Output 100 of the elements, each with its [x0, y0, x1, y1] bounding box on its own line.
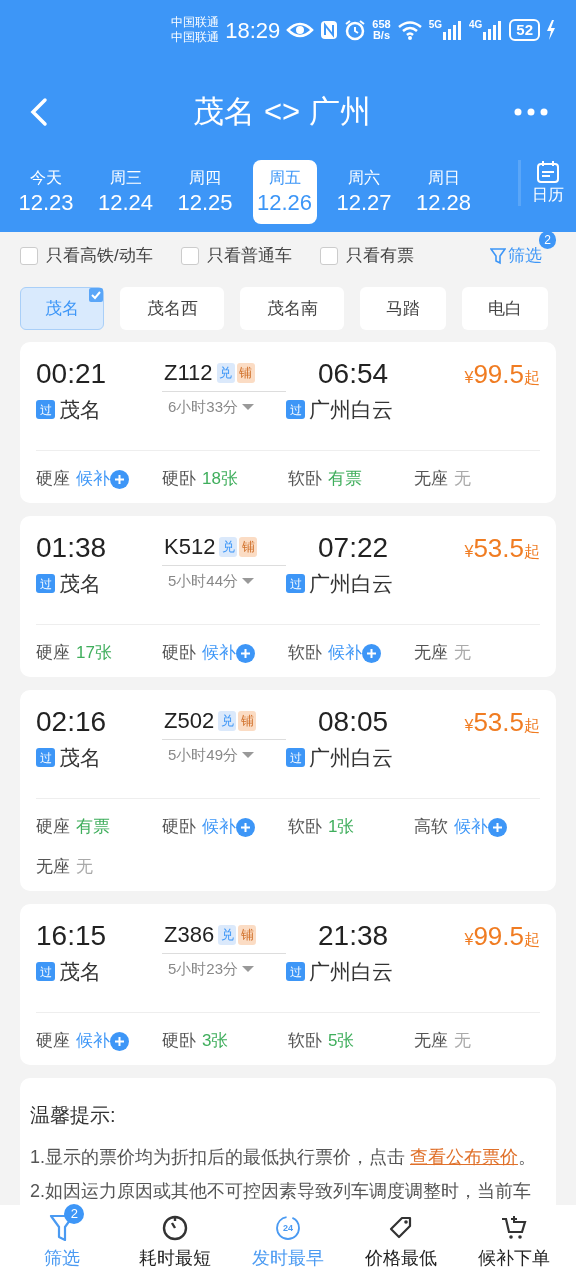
add-icon[interactable] [236, 817, 255, 837]
alarm-icon [344, 19, 367, 41]
pass-through-tag: 过 [36, 400, 55, 420]
seat-availability: 无 [454, 642, 471, 665]
train-number: K512 [164, 533, 216, 561]
back-icon[interactable] [28, 97, 50, 127]
carrier-name: 中国联通 [171, 15, 220, 30]
nfc-icon [320, 20, 339, 40]
sort-tab[interactable]: 耗时最短 [123, 1203, 228, 1272]
date-tab[interactable]: 周四 12.25 [173, 160, 237, 224]
berth-tag: 铺 [238, 710, 257, 731]
price: ¥53.5起 [464, 532, 540, 565]
date-tab[interactable]: 周五 12.26 [252, 160, 317, 224]
arrival-time: 07:22 [318, 531, 389, 565]
seat-availability: 18张 [202, 468, 238, 491]
duration-dropdown[interactable]: 5小时23分 [162, 958, 286, 981]
date-tab[interactable]: 今天 12.23 [14, 160, 78, 224]
filter-checkbox[interactable]: 只看高铁/动车 [20, 243, 153, 269]
pass-through-tag: 过 [36, 962, 55, 982]
sort-tab[interactable]: 2 筛选 [10, 1203, 115, 1272]
berth-tag: 铺 [236, 362, 255, 383]
caret-icon [242, 403, 255, 412]
train-card[interactable]: 02:16 过 茂名 Z502 兑 铺 5小时49分 08:05 过 广州白云 ¥53.5起 硬座 有票 硬卧 候补 软卧 1张 高软 候补 无座 无 [20, 690, 556, 891]
seat-type: 硬卧 [162, 1030, 196, 1053]
station-name: 广州白云 [309, 745, 393, 771]
seat-availability: 候补 [328, 642, 362, 665]
duration-dropdown[interactable]: 5小时49分 [162, 744, 286, 767]
published-price-link[interactable]: 查看公布票价 [410, 1147, 518, 1167]
duration-dropdown[interactable]: 5小时44分 [162, 570, 286, 593]
filter-checkbox[interactable]: 只看有票 [319, 243, 414, 269]
sort-tab[interactable]: 候补下单 [461, 1203, 566, 1272]
train-card[interactable]: 01:38 过 茂名 K512 兑 铺 5小时44分 07:22 过 广州白云 ¥53.5起 硬座 17张 硬卧 候补 软卧 候补 无座 无 [20, 516, 556, 677]
sort-tab[interactable]: 价格最低 [348, 1203, 453, 1272]
network-type: 5G [428, 20, 442, 30]
add-icon[interactable] [236, 643, 255, 663]
station-name: 茂名 [59, 571, 101, 597]
add-icon[interactable] [110, 1031, 129, 1051]
seat-type: 无座 [36, 856, 70, 879]
signal-icon [442, 20, 463, 40]
station-chip[interactable]: 马踏 [360, 287, 446, 330]
carrier-name: 中国联通 [171, 30, 220, 45]
eye-icon [286, 20, 315, 40]
add-icon[interactable] [488, 817, 507, 837]
pass-through-tag: 过 [286, 962, 305, 982]
exchange-tag: 兑 [218, 710, 237, 731]
seat-availability: 无 [454, 1030, 471, 1053]
station-chip[interactable]: 茂名 [20, 287, 104, 330]
date-tab[interactable]: 周日 12.28 [411, 160, 476, 224]
station-name: 茂名 [59, 745, 101, 771]
seat-availability: 候补 [202, 642, 236, 665]
count-badge: 2 [539, 231, 556, 250]
battery-indicator: 52 [509, 19, 540, 41]
status-time: 18:29 [225, 16, 281, 45]
seat-availability: 候补 [76, 1030, 110, 1053]
date-tab[interactable]: 周三 12.24 [93, 160, 158, 224]
filter-checkbox[interactable]: 只看普通车 [180, 243, 292, 269]
add-icon[interactable] [110, 469, 129, 489]
station-name: 茂名 [59, 959, 101, 985]
calendar-icon [535, 160, 560, 184]
station-chip[interactable]: 茂名西 [120, 287, 224, 330]
seat-availability: 有票 [328, 468, 362, 491]
pass-through-tag: 过 [36, 748, 55, 768]
add-icon[interactable] [362, 643, 381, 663]
pass-through-tag: 过 [286, 574, 305, 594]
train-number: Z112 [164, 359, 213, 387]
date-tab[interactable]: 周六 12.27 [332, 160, 396, 224]
duration-dropdown[interactable]: 6小时33分 [162, 396, 286, 419]
train-number: Z502 [164, 707, 215, 735]
caret-icon [242, 751, 255, 760]
station-chip[interactable]: 电白 [462, 287, 548, 330]
count-badge: 2 [64, 1203, 85, 1224]
station-name: 广州白云 [309, 959, 393, 985]
more-icon[interactable] [514, 108, 548, 116]
pass-through-tag: 过 [36, 574, 55, 594]
train-card[interactable]: 00:21 过 茂名 Z112 兑 铺 6小时33分 06:54 过 广州白云 ¥99.5起 硬座 候补 硬卧 18张 软卧 有票 无座 无 [20, 342, 556, 503]
seat-type: 硬卧 [162, 468, 196, 491]
price: ¥99.5起 [464, 358, 540, 391]
tip-text: 2.如因运力原因或其他不可控因素导致列车调度调整时，当前车 [30, 1180, 532, 1203]
sort-tab[interactable]: 24 发时最早 [236, 1203, 340, 1272]
timer-icon [162, 1213, 189, 1241]
station-chip[interactable]: 茂名南 [240, 287, 344, 330]
train-card[interactable]: 16:15 过 茂名 Z386 兑 铺 5小时23分 21:38 过 广州白云 ¥99.5起 硬座 候补 硬卧 3张 软卧 5张 无座 无 [20, 904, 556, 1065]
pass-through-tag: 过 [286, 400, 305, 420]
departure-time: 02:16 [36, 705, 108, 739]
exchange-tag: 兑 [216, 362, 235, 383]
berth-tag: 铺 [239, 536, 258, 557]
seat-availability: 候补 [454, 816, 488, 839]
seat-availability: 候补 [202, 816, 236, 839]
seat-type: 硬座 [36, 642, 70, 665]
berth-tag: 铺 [238, 924, 257, 945]
filter-button[interactable]: 筛选 2 [490, 231, 556, 269]
calendar-button[interactable]: 日历 [518, 160, 568, 206]
seat-type: 硬座 [36, 816, 70, 839]
seat-availability: 无 [454, 468, 471, 491]
clock-icon [275, 1213, 301, 1241]
wifi-icon [396, 20, 423, 40]
arrival-time: 08:05 [318, 705, 389, 739]
clock-number: 24 [281, 1222, 294, 1234]
network-type: 4G [468, 20, 483, 30]
seat-type: 无座 [414, 1030, 448, 1053]
